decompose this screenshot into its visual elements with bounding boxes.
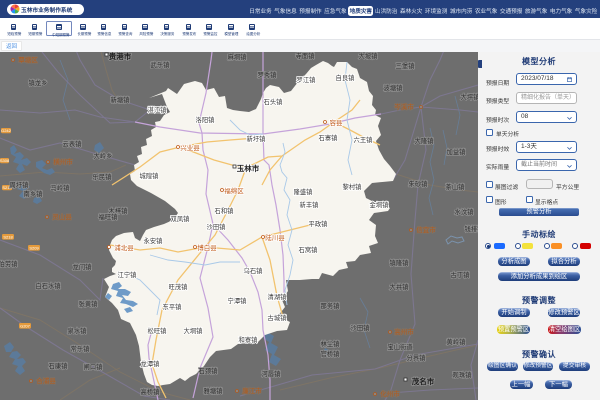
svg-text:那务镇: 那务镇 (321, 301, 341, 310)
svg-text:大坡镇: 大坡镇 (359, 52, 379, 60)
svg-text:石窝镇: 石窝镇 (299, 245, 319, 254)
svg-text:南乡镇: 南乡镇 (24, 189, 44, 198)
svg-text:松旺镇: 松旺镇 (148, 326, 168, 335)
svg-text:波塘镇: 波塘镇 (384, 83, 404, 92)
svg-text:高州市: 高州市 (394, 327, 414, 336)
svg-text:乌石镇: 乌石镇 (244, 266, 264, 275)
svg-text:黎村镇: 黎村镇 (343, 182, 363, 191)
svg-text:雅塘镇: 雅塘镇 (204, 386, 224, 395)
svg-text:周圩镇: 周圩镇 (10, 180, 30, 189)
svg-text:三堡镇: 三堡镇 (396, 61, 416, 70)
svg-text:镇隆镇: 镇隆镇 (390, 258, 410, 267)
svg-text:化州市: 化州市 (380, 389, 400, 398)
svg-text:新圩镇: 新圩镇 (247, 134, 267, 143)
svg-text:玉林市: 玉林市 (237, 163, 260, 173)
svg-text:石寨镇: 石寨镇 (319, 133, 339, 142)
svg-text:古丁镇: 古丁镇 (451, 270, 471, 279)
svg-text:云表镇: 云表镇 (63, 139, 83, 148)
svg-text:城隍镇: 城隍镇 (140, 171, 160, 180)
svg-text:宁潭镇: 宁潭镇 (228, 296, 248, 305)
svg-text:福旺镇: 福旺镇 (99, 212, 119, 221)
svg-text:覃塘区: 覃塘区 (18, 55, 38, 64)
svg-text:高桥镇: 高桥镇 (141, 387, 161, 396)
svg-text:加益镇: 加益镇 (447, 147, 467, 156)
svg-text:陆川县: 陆川县 (265, 233, 285, 242)
svg-text:G242: G242 (1, 128, 12, 133)
svg-text:博白县: 博白县 (197, 243, 217, 252)
svg-text:隆盛镇: 隆盛镇 (294, 187, 314, 196)
svg-text:大隆镇: 大隆镇 (415, 136, 435, 145)
svg-text:镇龙乡: 镇龙乡 (29, 78, 48, 87)
svg-text:茂名市: 茂名市 (412, 376, 435, 386)
svg-text:永安镇: 永安镇 (144, 236, 164, 245)
svg-text:官桥镇: 官桥镇 (321, 349, 341, 358)
svg-text:金垌镇: 金垌镇 (370, 200, 390, 209)
svg-text:平政镇: 平政镇 (309, 219, 329, 228)
svg-text:古城镇: 古城镇 (268, 313, 288, 322)
svg-text:罗江镇: 罗江镇 (297, 75, 317, 84)
svg-text:东平镇: 东平镇 (163, 302, 183, 311)
svg-text:洛阳镇: 洛阳镇 (196, 115, 216, 124)
svg-text:河唇镇: 河唇镇 (262, 369, 282, 378)
svg-text:乐民镇: 乐民镇 (93, 172, 113, 181)
svg-text:大岭乡: 大岭乡 (94, 151, 113, 160)
svg-text:观珠镇: 观珠镇 (453, 370, 473, 379)
svg-text:龙潭镇: 龙潭镇 (141, 359, 161, 368)
svg-text:黄岭镇: 黄岭镇 (447, 337, 467, 346)
svg-text:大垌镇: 大垌镇 (184, 326, 204, 335)
svg-text:伯劳镇: 伯劳镇 (0, 259, 18, 268)
svg-text:常乐镇: 常乐镇 (71, 344, 91, 353)
svg-text:双凤镇: 双凤镇 (171, 214, 191, 223)
svg-text:石康镇: 石康镇 (49, 361, 69, 370)
svg-text:清湖镇: 清湖镇 (268, 292, 288, 301)
svg-text:水汶镇: 水汶镇 (455, 207, 475, 216)
svg-text:兴业县: 兴业县 (180, 143, 200, 152)
svg-text:自良镇: 自良镇 (336, 73, 356, 82)
svg-text:朱砂镇: 朱砂镇 (409, 179, 429, 188)
svg-text:沙田镇: 沙田镇 (351, 323, 371, 332)
svg-text:湛江镇: 湛江镇 (148, 105, 168, 114)
svg-text:横州市: 横州市 (53, 157, 73, 166)
svg-text:G207: G207 (20, 323, 31, 328)
svg-text:S218: S218 (3, 234, 13, 239)
svg-text:容县: 容县 (330, 118, 344, 127)
svg-text:茶山镇: 茶山镇 (446, 182, 466, 191)
svg-text:和寮镇: 和寮镇 (239, 335, 259, 344)
svg-text:福绵区: 福绵区 (224, 186, 244, 195)
svg-text:武乐镇: 武乐镇 (151, 60, 171, 69)
svg-text:宝山街道: 宝山街道 (387, 342, 413, 351)
svg-text:灵山县: 灵山县 (52, 212, 72, 221)
svg-text:浦北县: 浦北县 (114, 243, 134, 252)
svg-text:分界镇: 分界镇 (407, 353, 427, 362)
svg-text:泉水镇: 泉水镇 (68, 326, 88, 335)
svg-text:石颈镇: 石颈镇 (199, 366, 219, 375)
svg-text:罗秀镇: 罗秀镇 (258, 70, 278, 79)
svg-text:S209: S209 (29, 245, 39, 250)
svg-text:贵港市: 贵港市 (109, 52, 132, 61)
svg-text:大井镇: 大井镇 (390, 282, 410, 291)
svg-text:石和镇: 石和镇 (215, 206, 235, 215)
svg-text:白石水镇: 白石水镇 (35, 281, 61, 290)
svg-text:麻垌镇: 麻垌镇 (228, 52, 248, 61)
svg-text:马岭镇: 马岭镇 (51, 183, 71, 192)
svg-text:旺茂镇: 旺茂镇 (169, 282, 189, 291)
svg-text:岑溪市: 岑溪市 (394, 102, 414, 111)
svg-text:寺面镇: 寺面镇 (296, 52, 316, 60)
svg-text:沙田镇: 沙田镇 (207, 222, 227, 231)
svg-text:新塘镇: 新塘镇 (111, 95, 131, 104)
svg-text:张黄镇: 张黄镇 (79, 299, 99, 308)
svg-text:廉江市: 廉江市 (242, 386, 262, 395)
svg-text:龙门镇: 龙门镇 (73, 262, 93, 271)
svg-text:信宜市: 信宜市 (416, 225, 436, 234)
svg-text:合浦县: 合浦县 (36, 376, 56, 385)
svg-text:新丰镇: 新丰镇 (300, 200, 320, 209)
svg-text:闸口镇: 闸口镇 (84, 362, 104, 371)
svg-text:六王镇: 六王镇 (354, 135, 374, 144)
svg-text:江宁镇: 江宁镇 (118, 270, 138, 279)
svg-text:钱排镇: 钱排镇 (465, 224, 478, 233)
svg-text:林尘镇: 林尘镇 (321, 339, 341, 348)
svg-text:石头镇: 石头镇 (264, 97, 284, 106)
svg-text:S308: S308 (0, 158, 10, 163)
svg-text:大坪镇: 大坪镇 (461, 92, 478, 101)
